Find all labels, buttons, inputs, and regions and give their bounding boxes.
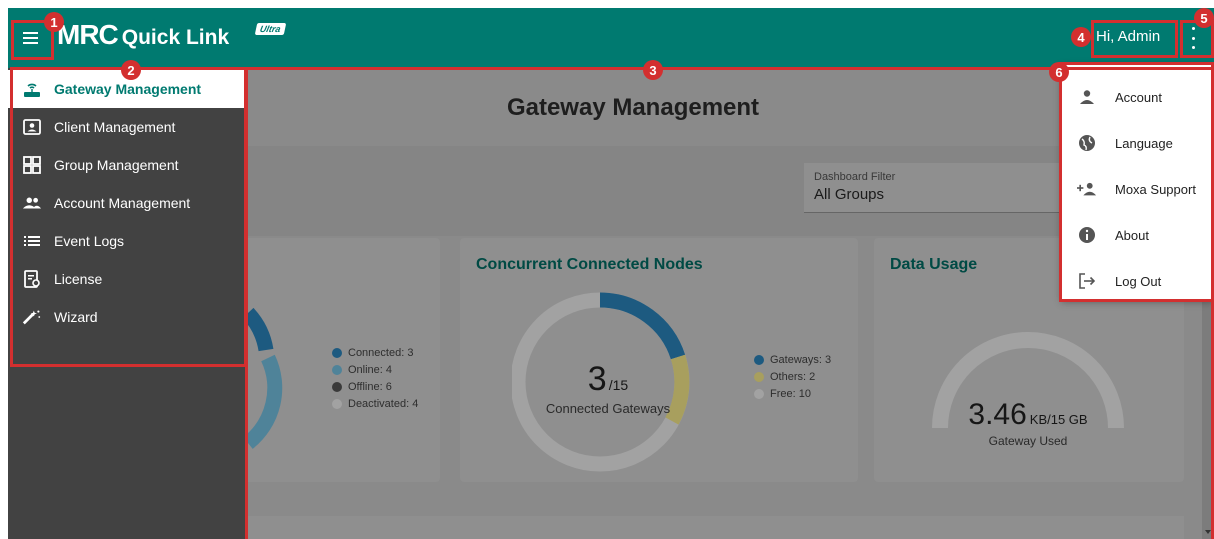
sidebar-item-event-logs[interactable]: Event Logs xyxy=(8,222,246,260)
account-menu: Account Language Moxa Support About Log … xyxy=(1061,64,1214,300)
logout-icon xyxy=(1077,271,1097,291)
license-icon xyxy=(22,269,42,289)
legend-label: Free: 10 xyxy=(770,387,811,400)
legend-item: Others: 2 xyxy=(754,368,831,385)
sidebar: Gateway Management Client Management Gro… xyxy=(8,68,246,539)
sidebar-item-account-management[interactable]: Account Management xyxy=(8,184,246,222)
sidebar-item-client-management[interactable]: Client Management xyxy=(8,108,246,146)
sidebar-item-label: Wizard xyxy=(54,309,98,325)
annotation-badge-6: 6 xyxy=(1049,62,1069,82)
sidebar-item-license[interactable]: License xyxy=(8,260,246,298)
legend-item: Online: 4 xyxy=(332,361,418,378)
legend-label: Gateways: 3 xyxy=(770,353,832,366)
sidebar-item-label: License xyxy=(54,271,103,287)
legend-label: Offline: 6 xyxy=(348,380,392,393)
person-icon xyxy=(1077,87,1097,107)
legend-swatch xyxy=(332,364,342,375)
filter-value: All Groups xyxy=(814,186,885,203)
nodes-card: Concurrent Connected Nodes 3/15 Connecte… xyxy=(460,238,858,482)
nodes-caption: Connected Gateways xyxy=(545,401,671,416)
menu-item-label: Moxa Support xyxy=(1115,181,1196,197)
legend-label: Deactivated: 4 xyxy=(348,397,419,410)
menu-item-about[interactable]: About xyxy=(1061,212,1214,258)
app-window: MRC Quick Link Ultra Hi, Admin Gateway Ma… xyxy=(8,8,1214,539)
menu-icon[interactable] xyxy=(16,24,44,52)
menu-item-moxa-support[interactable]: Moxa Support xyxy=(1061,166,1214,212)
legend-item: Connected: 3 xyxy=(332,344,418,361)
menu-item-label: Account xyxy=(1115,89,1162,105)
donut-segment-gateways xyxy=(599,292,686,360)
router-wifi-icon xyxy=(22,79,42,99)
dashboard-filter-select[interactable]: Dashboard Filter All Groups xyxy=(804,163,1064,213)
legend-item: Free: 10 xyxy=(754,385,831,402)
data-usage-caption: Gateway Used xyxy=(988,434,1068,448)
sidebar-item-label: Event Logs xyxy=(54,233,125,249)
menu-item-label: Language xyxy=(1115,135,1173,151)
menu-item-language[interactable]: Language xyxy=(1061,120,1214,166)
magic-wand-icon xyxy=(22,307,42,327)
donut-segment-connected xyxy=(242,307,274,352)
legend-swatch xyxy=(754,371,764,382)
annotation-badge-5: 5 xyxy=(1194,8,1214,28)
legend-swatch xyxy=(332,381,342,392)
data-usage-unit: KB/15 GB xyxy=(1029,412,1088,427)
sidebar-item-label: Client Management xyxy=(54,119,176,135)
user-greeting[interactable]: Hi, Admin xyxy=(1096,28,1160,45)
sidebar-item-group-management[interactable]: Group Management xyxy=(8,146,246,184)
annotation-badge-3: 3 xyxy=(643,60,663,80)
gateways-legend: Connected: 3 Online: 4 Offline: 6 Deacti… xyxy=(332,344,418,412)
annotation-badge-4: 4 xyxy=(1071,27,1091,47)
filter-label: Dashboard Filter xyxy=(814,171,896,183)
legend-item: Deactivated: 4 xyxy=(332,395,418,412)
sidebar-item-wizard[interactable]: Wizard xyxy=(8,298,246,336)
more-vert-icon[interactable] xyxy=(1184,27,1202,49)
globe-icon xyxy=(1077,133,1097,153)
annotation-badge-2: 2 xyxy=(121,60,141,80)
nodes-legend: Gateways: 3 Others: 2 Free: 10 xyxy=(754,351,831,402)
legend-item: Gateways: 3 xyxy=(754,351,831,368)
menu-item-log-out[interactable]: Log Out xyxy=(1061,258,1214,304)
sidebar-item-label: Account Management xyxy=(54,195,191,211)
data-usage-value: 3.46 xyxy=(968,398,1027,431)
data-usage-title: Data Usage xyxy=(890,256,978,273)
donut-segment-online xyxy=(243,354,283,449)
nodes-center: 3/15 Connected Gateways xyxy=(520,360,696,416)
menu-item-label: About xyxy=(1115,227,1149,243)
legend-swatch xyxy=(754,354,764,365)
logo-mrc: MRC xyxy=(57,19,119,50)
legend-label: Online: 4 xyxy=(348,363,393,376)
legend-label: Others: 2 xyxy=(770,370,816,383)
legend-label: Connected: 3 xyxy=(348,346,414,359)
data-usage-center: 3.46 KB/15 GB Gateway Used xyxy=(928,398,1128,448)
app-header: MRC Quick Link Ultra Hi, Admin xyxy=(8,8,1214,68)
people-icon xyxy=(22,193,42,213)
nodes-value: 3 xyxy=(587,360,607,398)
sidebar-item-label: Group Management xyxy=(54,157,179,173)
info-icon xyxy=(1077,225,1097,245)
legend-swatch xyxy=(332,347,342,358)
sidebar-item-label: Gateway Management xyxy=(54,81,202,97)
person-add-icon xyxy=(1077,179,1097,199)
page-title: Gateway Management xyxy=(506,94,760,121)
legend-item: Offline: 6 xyxy=(332,378,418,395)
nodes-card-title: Concurrent Connected Nodes xyxy=(476,256,703,273)
app-logo: MRC Quick Link Ultra xyxy=(57,19,286,51)
account-box-icon xyxy=(22,117,42,137)
logo-ultra-badge: Ultra xyxy=(254,23,286,35)
logo-quick-link: Quick Link xyxy=(121,26,230,49)
menu-item-account[interactable]: Account xyxy=(1061,74,1214,120)
legend-swatch xyxy=(332,398,342,409)
scroll-down-icon[interactable] xyxy=(1205,530,1211,534)
nodes-max: /15 xyxy=(608,377,629,393)
grid-icon xyxy=(22,155,42,175)
bottom-panel xyxy=(248,516,1184,539)
annotation-badge-1: 1 xyxy=(44,12,64,32)
legend-swatch xyxy=(754,388,764,399)
list-icon xyxy=(22,231,42,251)
menu-item-label: Log Out xyxy=(1115,273,1162,289)
